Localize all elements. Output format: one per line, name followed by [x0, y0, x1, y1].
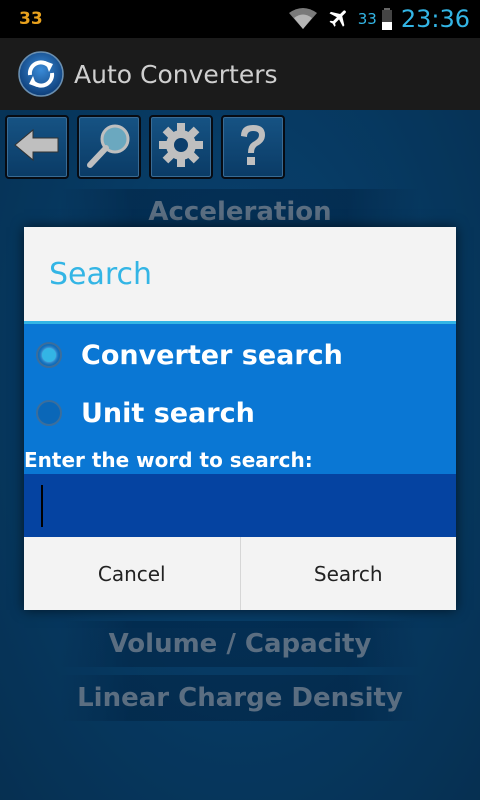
status-bar: 33 33 23:36	[0, 0, 480, 38]
unit-search-option[interactable]: Unit search	[36, 388, 255, 438]
clock: 23:36	[400, 5, 470, 33]
radio-label: Unit search	[81, 397, 255, 429]
text-cursor	[41, 485, 43, 527]
battery-icon	[381, 7, 393, 31]
refresh-icon[interactable]	[18, 51, 64, 97]
dialog-buttons: Cancel Search	[24, 537, 456, 610]
app-title: Auto Converters	[74, 59, 278, 89]
action-bar: Auto Converters	[0, 38, 480, 110]
radio-label: Converter search	[81, 339, 343, 371]
radio-checked-icon[interactable]	[36, 342, 62, 368]
airplane-mode-icon	[326, 7, 350, 31]
cancel-button[interactable]: Cancel	[24, 537, 240, 610]
search-input[interactable]	[24, 474, 456, 537]
converter-search-option[interactable]: Converter search	[36, 330, 343, 380]
wifi-icon	[288, 7, 318, 31]
battery-percent: 33	[357, 10, 377, 28]
status-icons: 33 23:36	[288, 0, 470, 38]
search-submit-button[interactable]: Search	[239, 537, 456, 610]
search-prompt: Enter the word to search:	[24, 448, 313, 472]
dialog-title: Search	[24, 227, 456, 324]
dialog-body: Converter search Unit search Enter the w…	[24, 324, 456, 537]
radio-unchecked-icon[interactable]	[36, 400, 62, 426]
search-dialog: Search Converter search Unit search Ente…	[24, 227, 456, 610]
notification-count: 33	[19, 9, 43, 29]
